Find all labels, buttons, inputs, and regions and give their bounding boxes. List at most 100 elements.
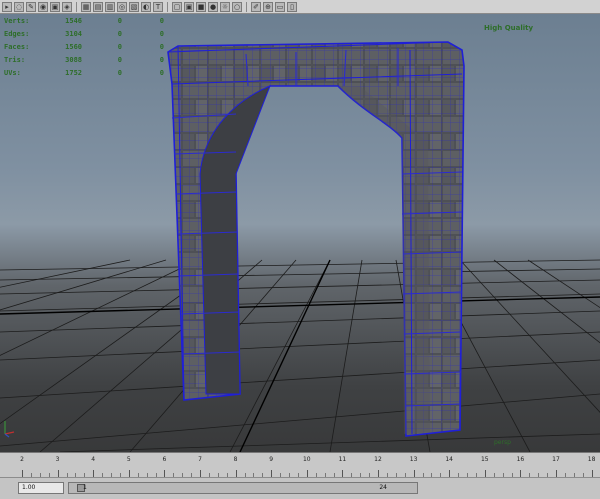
hud-value: 0: [117, 55, 122, 64]
hud-row: Faces: 1560 0 0: [4, 40, 164, 53]
xray-icon[interactable]: ◐: [141, 1, 151, 12]
select-icon[interactable]: ▸: [2, 1, 12, 12]
toolbar-separator: [246, 1, 247, 12]
hud-value: 0: [159, 16, 164, 25]
panel-icon[interactable]: ▯: [287, 1, 297, 12]
cube-icon[interactable]: ▢: [172, 1, 182, 12]
timeline-tick-label: 8: [233, 456, 238, 463]
camera-label: persp: [494, 439, 511, 446]
ipr-icon[interactable]: ◈: [62, 1, 72, 12]
timeline-tick-label: 18: [587, 456, 596, 463]
timeline-tick: [591, 470, 593, 477]
resolution-icon[interactable]: ▥: [105, 1, 115, 12]
hud-value: 0: [159, 42, 164, 51]
hud-row: Verts: 1546 0 0: [4, 14, 164, 27]
timeline-tick-label: 16: [516, 456, 525, 463]
timeline-tick-label: 17: [552, 456, 560, 463]
timeline-tick: [556, 470, 557, 477]
texture-icon[interactable]: ▧: [129, 1, 139, 12]
timeline-tick: [200, 470, 201, 477]
perspective-viewport[interactable]: Verts: 1546 0 0 Edges: 3104 0 0 Faces: 1560 0 0 Tris…: [0, 14, 600, 452]
text-icon[interactable]: T: [153, 1, 163, 12]
timeline-tick: [413, 470, 415, 477]
hud-value: 1560: [65, 42, 82, 51]
hud-row: Tris: 3088 0 0: [4, 53, 164, 66]
timeline-tick-label: 6: [162, 456, 167, 463]
timeline-tick-label: 11: [338, 456, 347, 463]
timeline-tick-label: 5: [126, 456, 131, 463]
timeline-tick: [378, 470, 379, 477]
timeline-tick: [57, 470, 59, 477]
light-icon[interactable]: ☼: [220, 1, 230, 12]
range-end-label: 24: [379, 484, 387, 491]
hud-value: 0: [159, 68, 164, 77]
timeline-tick-label: 7: [198, 456, 202, 463]
timeline-tick-label: 4: [91, 456, 96, 463]
range-slider-bar: 1.00 1 24: [0, 477, 600, 499]
ground-grid: [0, 259, 600, 452]
timeline-tick: [164, 470, 166, 477]
smooth-sphere-icon[interactable]: ○: [232, 1, 242, 12]
hud-label: UVs:: [4, 68, 21, 77]
timeline-tick-label: 12: [374, 456, 382, 463]
isolate-icon[interactable]: ◎: [117, 1, 127, 12]
time-slider[interactable]: 2 3 4 5 6 7 8 9 10 11 12 13 14 15 16 17 18: [0, 452, 600, 477]
timeline-tick: [93, 470, 95, 477]
camera-icon[interactable]: ◉: [38, 1, 48, 12]
range-slider[interactable]: 1 24: [68, 482, 418, 494]
hud-value: 1752: [65, 68, 82, 77]
timeline-tick: [449, 470, 451, 477]
shaded-cube-icon[interactable]: ■: [196, 1, 206, 12]
hud-value: 0: [117, 68, 122, 77]
timeline-tick: [484, 470, 486, 477]
hud-value: 0: [117, 29, 122, 38]
timeline-tick-label: 3: [55, 456, 60, 463]
hud-value: 1546: [65, 16, 82, 25]
paint-brush-icon[interactable]: ✐: [251, 1, 261, 12]
hud-value: 0: [117, 16, 122, 25]
hud-label: Edges:: [4, 29, 30, 38]
start-time-field[interactable]: 1.00: [18, 482, 64, 494]
toolbar-separator: [167, 1, 168, 12]
film-icon[interactable]: ▤: [93, 1, 103, 12]
layout-icon[interactable]: ▭: [275, 1, 285, 12]
toolbar-separator: [76, 1, 77, 12]
view-axis-icon: [4, 421, 15, 438]
hud-label: Verts:: [4, 16, 30, 25]
wireframe-cube-icon[interactable]: ▣: [184, 1, 194, 12]
hud-value: 0: [159, 55, 164, 64]
timeline-tick-label: 10: [302, 456, 311, 463]
render-icon[interactable]: ▣: [50, 1, 60, 12]
timeline-tick-label: 14: [445, 456, 454, 463]
grid-axis-line: [0, 296, 600, 315]
hud-row: Edges: 3104 0 0: [4, 27, 164, 40]
timeline-tick: [342, 470, 344, 477]
status-line-toolbar: ▸ ◌ ✎ ◉ ▣ ◈ ▦ ▤ ▥ ◎ ▧ ◐ T ▢ ▣ ■ ● ☼ ○ ✐ ⊕ ▭ ▯: [0, 0, 600, 14]
stone-arch-mesh[interactable]: [167, 41, 465, 437]
timeline-tick: [306, 470, 308, 477]
hud-value: 3104: [65, 29, 82, 38]
grid-axis-line: [239, 259, 331, 452]
timeline-tick: [128, 470, 130, 477]
lasso-icon[interactable]: ◌: [14, 1, 24, 12]
range-start-label: 1: [83, 484, 87, 491]
grid-icon[interactable]: ▦: [81, 1, 91, 12]
timeline-tick-label: 13: [409, 456, 418, 463]
hud-row: UVs: 1752 0 0: [4, 66, 164, 79]
timeline-tick-label: 15: [480, 456, 489, 463]
timeline-tick: [235, 470, 237, 477]
timeline-tick: [271, 470, 273, 477]
hud-value: 0: [117, 42, 122, 51]
hud-value: 0: [159, 29, 164, 38]
quality-label: High Quality: [484, 24, 534, 32]
snap-icon[interactable]: ⊕: [263, 1, 273, 12]
timeline-tick-label: 2: [20, 456, 24, 463]
hud-label: Tris:: [4, 55, 26, 64]
paint-icon[interactable]: ✎: [26, 1, 36, 12]
timeline-tick-label: 9: [269, 456, 274, 463]
poly-count-hud: Verts: 1546 0 0 Edges: 3104 0 0 Faces: 1560 0 0 Tris…: [4, 14, 164, 79]
hud-value: 3088: [65, 55, 82, 64]
timeline-tick: [520, 470, 522, 477]
viewport-scene: [0, 41, 600, 452]
shaded-sphere-icon[interactable]: ●: [208, 1, 218, 12]
